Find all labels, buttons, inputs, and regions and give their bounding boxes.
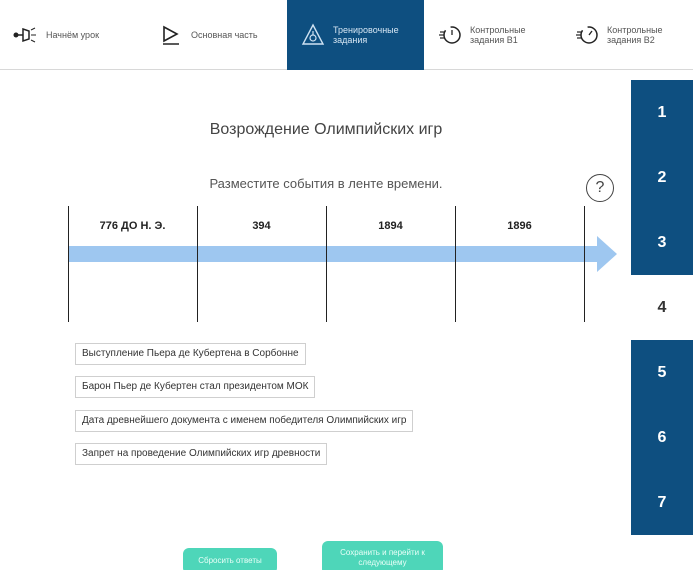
compass-icon: [299, 21, 327, 49]
task-number-7[interactable]: 7: [631, 470, 693, 535]
tab-training-tasks-label: Тренировочные задания: [333, 24, 399, 45]
help-button[interactable]: ?: [586, 174, 614, 202]
top-navigation: Начнём урок Основная часть Тренировочные…: [0, 0, 693, 70]
task-number-4[interactable]: 4: [631, 275, 693, 340]
task-number-3[interactable]: 3: [631, 210, 693, 275]
timeline-label-1896: 1896: [507, 220, 532, 232]
tab-control-b1-label: Контрольные задания В1: [470, 24, 526, 45]
tab-start-lesson-label: Начнём урок: [46, 29, 100, 40]
tab-control-b2[interactable]: Контрольные задания В2: [561, 0, 693, 70]
tab-main-part[interactable]: Основная часть: [145, 0, 287, 70]
tab-main-part-label: Основная часть: [191, 29, 258, 40]
task-number-2[interactable]: 2: [631, 145, 693, 210]
timeline-arrow-icon: [597, 236, 617, 272]
timeline: 776 ДО Н. Э. 394 1894 1896: [68, 206, 631, 322]
task-number-5[interactable]: 5: [631, 340, 693, 405]
tab-start-lesson[interactable]: Начнём урок: [0, 0, 145, 70]
event-card[interactable]: Запрет на проведение Олимпийских игр дре…: [75, 443, 328, 465]
task-instruction: Разместите события в ленте времени.: [209, 176, 443, 191]
task-number-6[interactable]: 6: [631, 405, 693, 470]
help-icon: ?: [595, 179, 605, 196]
timeline-label-1894: 1894: [378, 220, 403, 232]
timeline-label-776bc: 776 ДО Н. Э.: [99, 220, 166, 232]
timeline-divider: [584, 206, 585, 322]
tab-training-tasks[interactable]: Тренировочные задания: [287, 0, 424, 70]
event-card[interactable]: Барон Пьер де Кубертен стал президентом …: [75, 376, 316, 398]
task-number-1[interactable]: 1: [631, 80, 693, 145]
tab-control-b2-label: Контрольные задания В2: [607, 24, 663, 45]
page-title: Возрождение Олимпийских игр: [209, 121, 443, 138]
timer-icon: [436, 21, 464, 49]
timeline-label-394: 394: [252, 220, 271, 232]
reset-answers-button[interactable]: Сбросить ответы: [183, 548, 277, 570]
save-next-button[interactable]: Сохранить и перейти к следующему: [322, 541, 443, 570]
timer-icon: [573, 21, 601, 49]
flashlight-icon: [12, 21, 40, 49]
task-number-sidebar: 1 2 3 4 5 6 7: [631, 80, 693, 570]
play-icon: [157, 21, 185, 49]
event-card[interactable]: Выступление Пьера де Кубертена в Сорбонн…: [75, 343, 306, 365]
tab-control-b1[interactable]: Контрольные задания В1: [424, 0, 561, 70]
event-card[interactable]: Дата древнейшего документа с именем побе…: [75, 410, 414, 432]
timeline-bar: [68, 246, 598, 262]
